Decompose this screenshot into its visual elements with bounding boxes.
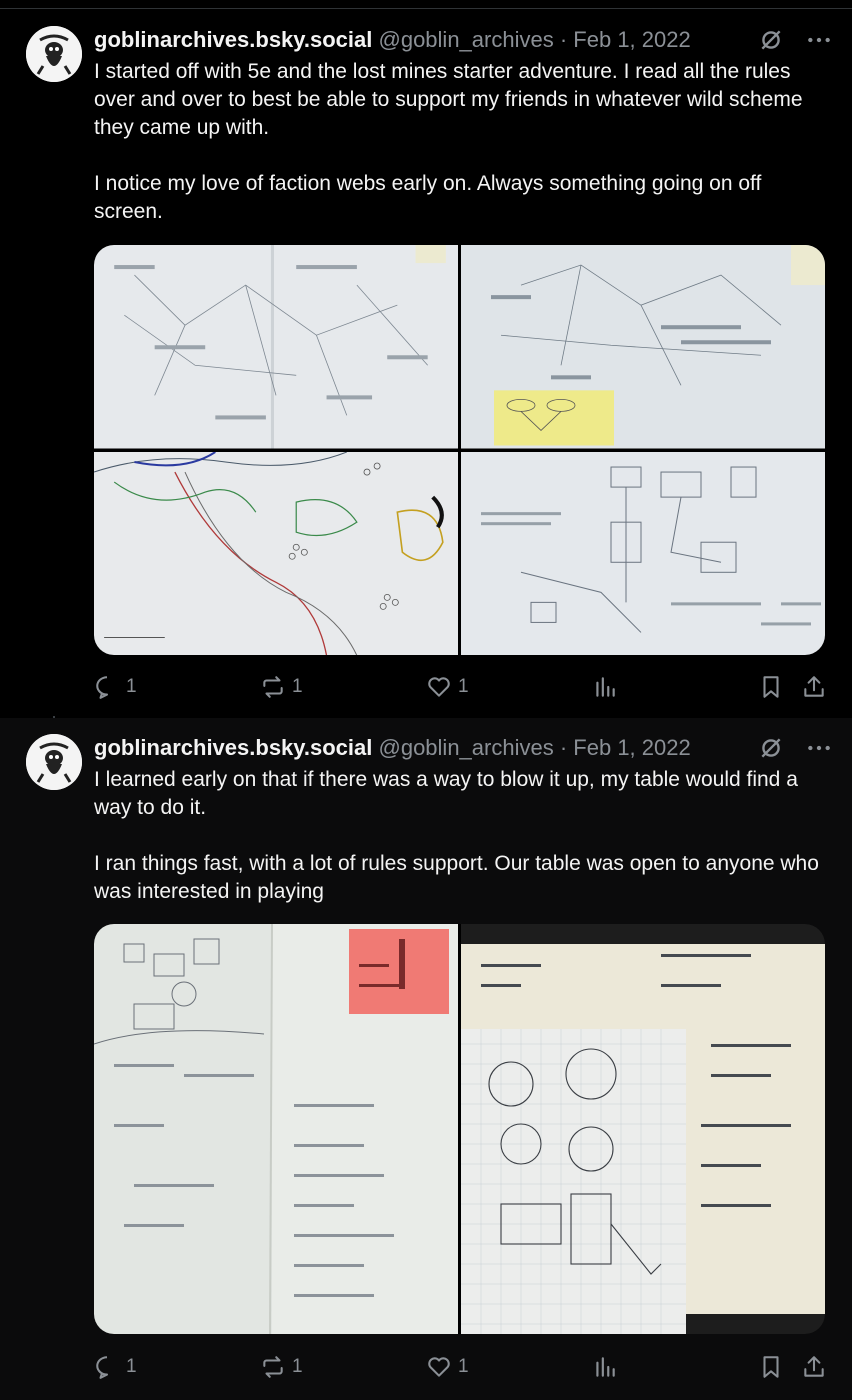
handle[interactable]: @goblin_archives <box>379 27 554 52</box>
translate-icon[interactable] <box>758 735 784 761</box>
reply-icon <box>96 1356 109 1379</box>
share-button[interactable] <box>801 674 827 700</box>
bookmark-icon <box>763 676 779 698</box>
translate-icon[interactable] <box>758 27 784 53</box>
share-icon <box>804 1356 824 1377</box>
post-date[interactable]: Feb 1, 2022 <box>573 27 690 52</box>
photo-hand-drawn-map[interactable] <box>94 451 458 655</box>
repost-button[interactable]: 1 <box>260 674 303 700</box>
photo-faction-web-with-yellow-note[interactable] <box>461 245 825 449</box>
avatar[interactable] <box>26 734 82 790</box>
post-paragraph: I learned early on that if there was a w… <box>94 768 798 819</box>
image-grid <box>94 924 825 1334</box>
post[interactable]: goblinarchives.bsky.social @goblin_archi… <box>0 10 852 716</box>
reply-button[interactable]: 1 <box>94 674 137 700</box>
display-name[interactable]: goblinarchives.bsky.social <box>94 735 372 760</box>
post-date[interactable]: Feb 1, 2022 <box>573 735 690 760</box>
photo-faction-web-notebook[interactable] <box>94 245 458 449</box>
bookmark-icon <box>763 1356 779 1378</box>
share-button[interactable] <box>801 1354 827 1380</box>
photo-notebook-grid-map[interactable] <box>461 924 825 1334</box>
like-count: 1 <box>458 676 469 697</box>
reply-button[interactable]: 1 <box>94 1354 137 1380</box>
repost-icon <box>263 676 283 698</box>
photo-dungeon-sketch[interactable] <box>461 451 825 655</box>
like-button[interactable]: 1 <box>426 674 469 700</box>
handle[interactable]: @goblin_archives <box>379 735 554 760</box>
repost-button[interactable]: 1 <box>260 1354 303 1380</box>
post[interactable]: goblinarchives.bsky.social @goblin_archi… <box>0 718 852 1400</box>
more-icon[interactable] <box>806 27 832 53</box>
repost-count: 1 <box>292 676 303 697</box>
top-divider <box>0 8 852 9</box>
share-icon <box>804 676 824 697</box>
separator: · <box>559 735 568 760</box>
analytics-button[interactable] <box>592 674 618 700</box>
repost-count: 1 <box>292 1356 303 1377</box>
image-grid <box>94 245 825 655</box>
goblin-avatar-icon <box>26 734 82 790</box>
repost-icon <box>263 1356 283 1378</box>
photo-notebook-with-pink-note[interactable] <box>94 924 458 1334</box>
post-text: I started off with 5e and the lost mines… <box>94 58 828 226</box>
reply-count: 1 <box>126 1356 137 1377</box>
analytics-button[interactable] <box>592 1354 618 1380</box>
heart-icon <box>428 1357 450 1377</box>
analytics-icon <box>596 677 615 697</box>
heart-icon <box>428 677 450 697</box>
action-bar: 1 1 1 <box>94 674 828 702</box>
post-paragraph: I ran things fast, with a lot of rules s… <box>94 852 819 903</box>
bookmark-button[interactable] <box>758 674 784 700</box>
display-name[interactable]: goblinarchives.bsky.social <box>94 27 372 52</box>
post-paragraph: I notice my love of faction webs early o… <box>94 172 762 223</box>
goblin-avatar-icon <box>26 26 82 82</box>
action-bar: 1 1 1 <box>94 1354 828 1382</box>
more-icon[interactable] <box>806 735 832 761</box>
post-header: goblinarchives.bsky.social @goblin_archi… <box>94 27 832 55</box>
reply-icon <box>96 676 109 699</box>
separator: · <box>559 27 568 52</box>
post-text: I learned early on that if there was a w… <box>94 766 828 906</box>
reply-count: 1 <box>126 676 137 697</box>
like-button[interactable]: 1 <box>426 1354 469 1380</box>
bookmark-button[interactable] <box>758 1354 784 1380</box>
post-paragraph: I started off with 5e and the lost mines… <box>94 60 803 139</box>
analytics-icon <box>596 1357 615 1377</box>
avatar[interactable] <box>26 26 82 82</box>
like-count: 1 <box>458 1356 469 1377</box>
post-header: goblinarchives.bsky.social @goblin_archi… <box>94 735 832 763</box>
